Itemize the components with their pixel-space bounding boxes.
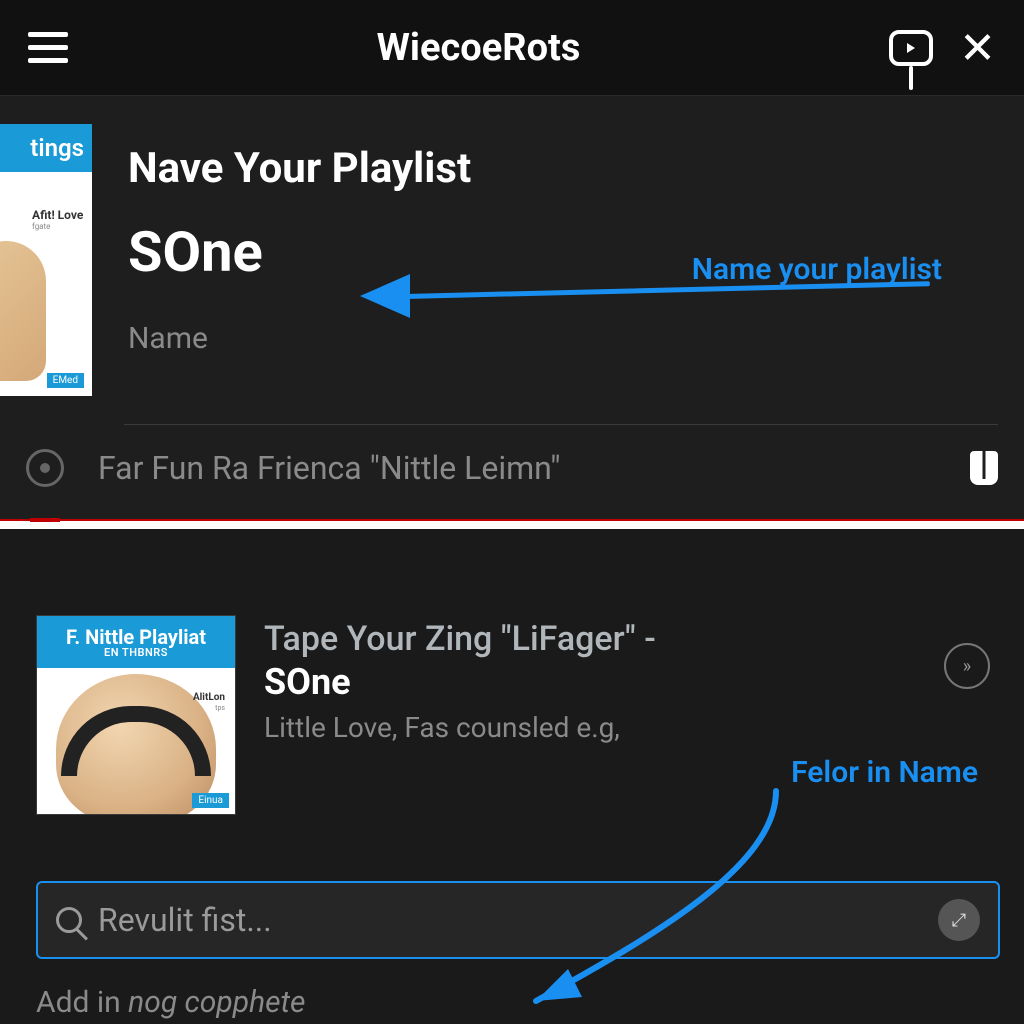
search-input[interactable]: Revulit fist... ⤢ [36,881,1000,959]
app-title: WiecoeRots [68,26,889,70]
panel-separator [0,519,1024,529]
add-hint-italic: nog copphete [128,985,305,1020]
album2-lb: tps [215,704,225,712]
album-art-bottom: F. Nittle Playliat EN THBNRS AlitLon tps… [36,615,236,815]
album-band: tings [0,124,92,172]
forward-icon[interactable]: » [944,643,990,689]
album-sublabel: fgate [32,222,86,231]
add-hint-prefix: Add in [36,985,128,1020]
track-line-1: Tape Your Zing "LiFager" - [264,619,1000,659]
album2-band-sub: EN THBNRS [104,647,168,658]
cast-icon[interactable] [889,30,933,66]
close-icon[interactable]: ✕ [959,22,996,74]
disc-icon [26,449,64,487]
bottom-panel: F. Nittle Playliat EN THBNRS AlitLon tps… [0,529,1024,1024]
album2-la: AlitLon [193,692,225,703]
playlist-heading: Nave Your Playlist [128,144,994,193]
track-line-3: Little Love, Fas counsled e.g, [264,711,1000,744]
album2-badge: Einua [192,793,229,808]
add-hint: Add in nog copphete [36,985,1000,1020]
expand-icon[interactable]: ⤢ [938,899,980,941]
bookmark-icon[interactable] [970,451,998,485]
album2-band: F. Nittle Playliat [66,627,206,647]
album-label: Afit! Love [32,208,86,222]
album-art-top: tings Afit! Love fgate EMed [0,124,92,396]
top-panel: tings Afit! Love fgate EMed Nave Your Pl… [0,96,1024,519]
track-title-partial: Far Fun Ra Frienca "Nittle Leimn" [98,449,560,487]
name-field-label: Name [128,321,994,356]
search-placeholder: Revulit fist... [98,901,938,939]
app-header: WiecoeRots ✕ [0,0,1024,96]
album-badge: EMed [47,373,84,388]
track-row-partial[interactable]: Far Fun Ra Frienca "Nittle Leimn" [0,425,1024,487]
annotation-arrow-top [360,274,930,314]
annotation-felor: Felor in Name [791,755,978,790]
track-line-2: SOne [264,661,1000,703]
search-icon [56,907,82,933]
menu-icon[interactable] [28,32,68,63]
